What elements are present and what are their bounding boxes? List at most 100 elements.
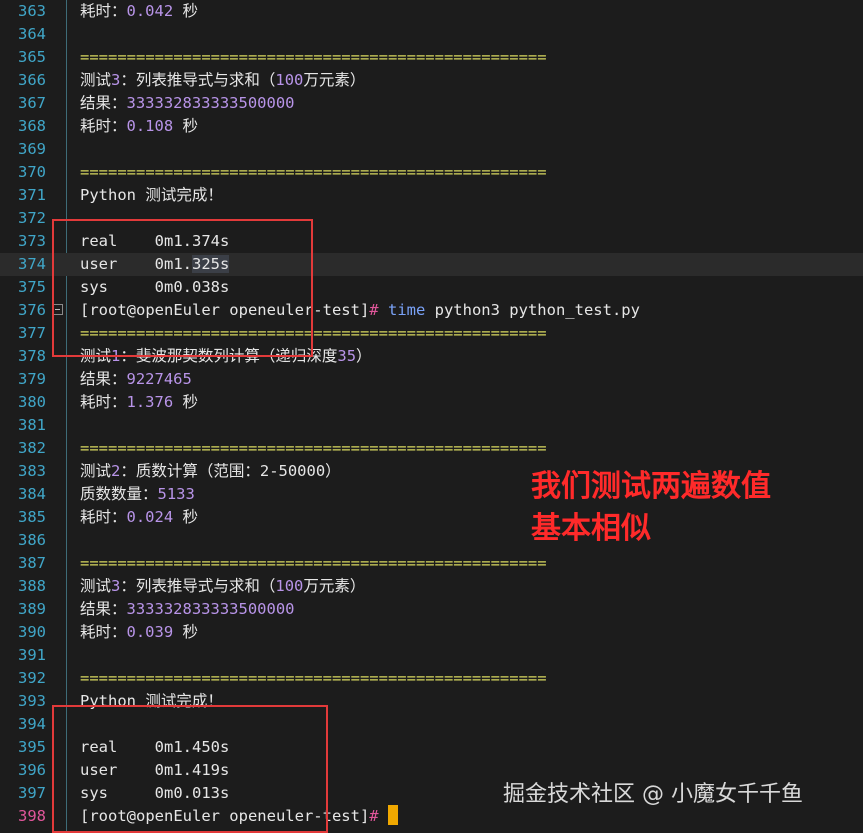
- text-segment: 耗时：: [80, 2, 127, 20]
- terminal-line: 395 real 0m1.450s: [0, 736, 863, 759]
- line-text: sys 0m0.013s: [80, 782, 229, 805]
- line-text: ========================================…: [80, 46, 547, 69]
- line-number: 366: [18, 71, 46, 89]
- annotation-text: 我们测试两遍数值 基本相似: [531, 466, 771, 550]
- text-segment: 1: [111, 347, 121, 365]
- line-number: 381: [18, 416, 46, 434]
- line-number: 397: [18, 784, 46, 802]
- line-number: 393: [18, 692, 46, 710]
- line-text: real 0m1.450s: [80, 736, 229, 759]
- line-text: 测试3：列表推导式与求和（100万元素）: [80, 575, 365, 598]
- annotation-line-2: 基本相似: [531, 511, 651, 546]
- terminal-line: 394: [0, 713, 863, 736]
- terminal-line: 377 =====================================…: [0, 322, 863, 345]
- line-number: 372: [18, 209, 46, 227]
- text-segment: 耗时：: [80, 393, 127, 411]
- text-segment: 耗时：: [80, 623, 127, 641]
- line-number: 363: [18, 2, 46, 20]
- line-text: 结果：333332833333500000: [80, 92, 295, 115]
- text-segment: 0.108: [126, 117, 174, 135]
- line-text: 耗时：1.376 秒: [80, 391, 198, 414]
- line-text: 结果：9227465: [80, 368, 192, 391]
- line-text: ========================================…: [80, 161, 547, 184]
- text-segment: real 0m1.450s: [80, 738, 230, 756]
- text-segment: 2: [111, 462, 121, 480]
- line-text: ========================================…: [80, 552, 547, 575]
- text-segment: ========================================…: [80, 554, 547, 572]
- line-number: 388: [18, 577, 46, 595]
- fold-collapse-icon[interactable]: [52, 304, 63, 315]
- line-number: 382: [18, 439, 46, 457]
- line-text: 测试1：斐波那契数列计算（递归深度35）: [80, 345, 372, 368]
- line-text: 耗时：0.108 秒: [80, 115, 198, 138]
- terminal-line: 371 Python 测试完成！: [0, 184, 863, 207]
- terminal-line: 374 user 0m1.325s: [0, 253, 863, 276]
- text-segment: Python 测试完成！: [80, 186, 223, 204]
- text-segment: 秒: [173, 117, 199, 135]
- terminal-line: 368 耗时：0.108 秒: [0, 115, 863, 138]
- line-text: ========================================…: [80, 437, 547, 460]
- line-number: 364: [18, 25, 46, 43]
- line-text: real 0m1.374s: [80, 230, 229, 253]
- text-segment: 325s: [191, 255, 230, 273]
- text-segment: 0.024: [126, 508, 174, 526]
- text-segment: ：列表推导式与求和（: [120, 577, 276, 595]
- text-segment: Python 测试完成！: [80, 692, 223, 710]
- text-segment: 333332833333500000: [126, 600, 295, 618]
- line-number: 389: [18, 600, 46, 618]
- text-segment: ）: [356, 347, 372, 365]
- text-segment: 333332833333500000: [126, 94, 295, 112]
- text-segment: 秒: [173, 508, 199, 526]
- text-segment: 1.376: [126, 393, 174, 411]
- text-segment: 耗时：: [80, 508, 127, 526]
- line-number: 377: [18, 324, 46, 342]
- text-segment: sys 0m0.038s: [80, 278, 230, 296]
- text-segment: ：斐波那契数列计算（递归深度: [120, 347, 338, 365]
- text-segment: #: [369, 807, 379, 825]
- line-number: 371: [18, 186, 46, 204]
- line-number: 387: [18, 554, 46, 572]
- line-number: 396: [18, 761, 46, 779]
- terminal-line: 379 结果：9227465: [0, 368, 863, 391]
- line-number: 398: [18, 807, 46, 825]
- terminal-line: 363 耗时：0.042 秒: [0, 0, 863, 23]
- text-segment: #: [369, 301, 379, 319]
- line-number: 370: [18, 163, 46, 181]
- terminal-line: 373 real 0m1.374s: [0, 230, 863, 253]
- terminal-line: 369: [0, 138, 863, 161]
- line-number: 385: [18, 508, 46, 526]
- line-number: 376: [18, 301, 46, 319]
- terminal-line: 365 =====================================…: [0, 46, 863, 69]
- terminal-window[interactable]: 363 耗时：0.042 秒 364 365 =====================…: [0, 0, 863, 833]
- annotation-line-1: 我们测试两遍数值: [531, 469, 771, 504]
- terminal-line: 389 结果：333332833333500000: [0, 598, 863, 621]
- text-segment: 质数数量：: [80, 485, 158, 503]
- text-segment: 0.039: [126, 623, 174, 641]
- text-segment: 0.042: [126, 2, 174, 20]
- terminal-line: 364: [0, 23, 863, 46]
- terminal-line: 367 结果：333332833333500000: [0, 92, 863, 115]
- terminal-line: 381: [0, 414, 863, 437]
- terminal-line: 376 [root@openEuler openeuler-test]# time…: [0, 299, 863, 322]
- line-text: 结果：333332833333500000: [80, 598, 295, 621]
- text-segment: 100: [275, 577, 304, 595]
- text-segment: 结果：: [80, 370, 127, 388]
- text-segment: ========================================…: [80, 163, 547, 181]
- line-text: Python 测试完成！: [80, 184, 223, 207]
- text-segment: ：列表推导式与求和（: [120, 71, 276, 89]
- line-text: user 0m1.325s: [80, 253, 230, 276]
- text-segment: 3: [111, 577, 121, 595]
- terminal-line: 388 测试3：列表推导式与求和（100万元素）: [0, 575, 863, 598]
- text-segment: 测试: [80, 577, 112, 595]
- line-number: 380: [18, 393, 46, 411]
- terminal-line: 387 =====================================…: [0, 552, 863, 575]
- text-cursor[interactable]: [387, 805, 398, 825]
- text-segment: ========================================…: [80, 439, 547, 457]
- text-segment: 结果：: [80, 600, 127, 618]
- line-text: [root@openEuler openeuler-test]#: [80, 805, 398, 828]
- line-text: user 0m1.419s: [80, 759, 229, 782]
- text-segment: user 0m1.: [80, 255, 192, 273]
- line-text: sys 0m0.038s: [80, 276, 229, 299]
- text-segment: 5133: [157, 485, 195, 503]
- line-text: 耗时：0.039 秒: [80, 621, 198, 644]
